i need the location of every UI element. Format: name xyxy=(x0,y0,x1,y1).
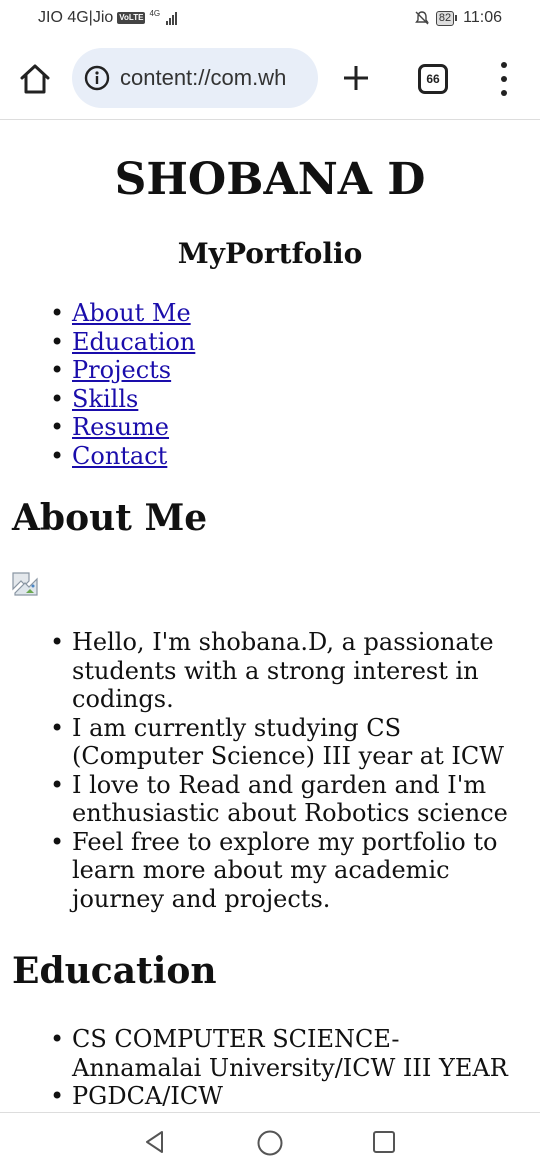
plus-icon[interactable] xyxy=(340,62,372,94)
nav-item-resume: Resume xyxy=(50,413,528,442)
battery-icon: 82 xyxy=(435,10,458,26)
url-text: content://com.wh xyxy=(120,65,287,90)
status-left: JIO 4G|Jio VoLTE 4G xyxy=(38,8,178,27)
nav-item-education: Education xyxy=(50,328,528,357)
nav-item-skills: Skills xyxy=(50,385,528,414)
nav-link-about[interactable]: About Me xyxy=(72,299,191,327)
home-icon[interactable] xyxy=(18,62,52,96)
tabs-count: 66 xyxy=(426,72,440,86)
nav-link-skills[interactable]: Skills xyxy=(72,385,138,413)
web-page: SHOBANA D MyPortfolio About Me Education… xyxy=(0,121,540,1112)
address-bar[interactable]: content://com.wh xyxy=(72,48,318,108)
volte-badge: VoLTE xyxy=(117,12,146,24)
nav-item-contact: Contact xyxy=(50,442,528,471)
overflow-menu-icon[interactable] xyxy=(496,62,512,96)
signal-icon xyxy=(166,11,178,25)
info-icon[interactable] xyxy=(84,65,110,91)
about-heading: About Me xyxy=(12,497,208,539)
browser-toolbar: content://com.wh 66 xyxy=(0,36,540,120)
education-item: PGDCA/ICW xyxy=(50,1082,528,1111)
education-list: CS COMPUTER SCIENCE- Annamalai Universit… xyxy=(12,1025,528,1111)
about-list: Hello, I'm shobana.D, a passionate stude… xyxy=(12,628,528,913)
battery-level: 82 xyxy=(435,10,455,26)
bell-muted-icon xyxy=(414,11,429,25)
home-circle-icon[interactable] xyxy=(256,1129,284,1157)
nav-link-resume[interactable]: Resume xyxy=(72,413,169,441)
nav-link-projects[interactable]: Projects xyxy=(72,356,171,384)
recents-icon[interactable] xyxy=(372,1130,396,1154)
about-item: Feel free to explore my portfolio to lea… xyxy=(50,828,522,914)
clock: 11:06 xyxy=(463,9,502,26)
system-nav-bar xyxy=(0,1112,540,1170)
network-type: 4G xyxy=(149,8,161,18)
education-heading: Education xyxy=(12,950,217,992)
nav-item-projects: Projects xyxy=(50,356,528,385)
about-item: I love to Read and garden and I'm enthus… xyxy=(50,771,522,828)
nav-list: About Me Education Projects Skills Resum… xyxy=(12,299,528,470)
nav-item-about: About Me xyxy=(50,299,528,328)
back-icon[interactable] xyxy=(142,1129,168,1155)
nav-link-education[interactable]: Education xyxy=(72,328,195,356)
page-subtitle: MyPortfolio xyxy=(177,237,363,270)
carrier-label: JIO 4G|Jio xyxy=(38,9,114,26)
page-title: SHOBANA D xyxy=(114,154,426,205)
broken-image-icon xyxy=(12,572,38,596)
about-item: Hello, I'm shobana.D, a passionate stude… xyxy=(50,628,522,714)
status-bar: JIO 4G|Jio VoLTE 4G 82 11:06 xyxy=(0,0,540,36)
tabs-icon[interactable]: 66 xyxy=(418,64,448,94)
education-item: CS COMPUTER SCIENCE- Annamalai Universit… xyxy=(50,1025,528,1082)
about-item: I am currently studying CS (Computer Sci… xyxy=(50,714,522,771)
status-right: 82 11:06 xyxy=(414,9,502,27)
nav-link-contact[interactable]: Contact xyxy=(72,442,167,470)
